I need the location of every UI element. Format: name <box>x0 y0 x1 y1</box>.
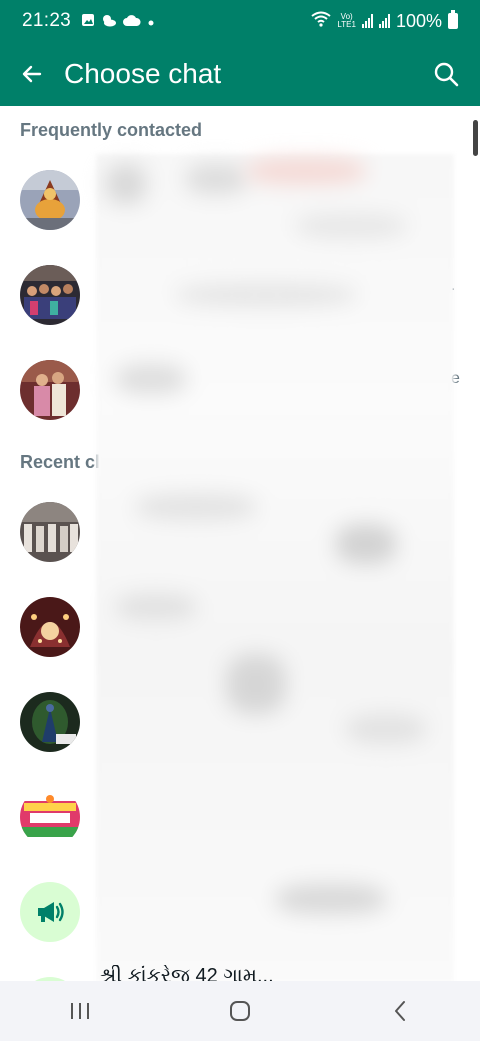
status-time: 21:23 <box>22 10 72 31</box>
search-button[interactable] <box>426 54 466 94</box>
status-left-icons <box>81 11 155 32</box>
nav-back-button[interactable] <box>370 991 430 1031</box>
avatar <box>20 265 80 325</box>
avatar <box>20 502 80 562</box>
status-right: Vo) LTE1 100% <box>311 10 458 32</box>
home-button[interactable] <box>210 991 270 1031</box>
weather-icon <box>101 11 117 32</box>
chat-name-peek: શ્રી કાંકરેજ 42 ગામ... <box>100 965 274 981</box>
system-nav-bar <box>0 981 480 1041</box>
home-icon <box>230 1001 250 1021</box>
blurred-overlay <box>96 154 454 981</box>
avatar <box>20 787 80 847</box>
section-header-recent: Recent cl <box>20 452 101 472</box>
avatar <box>20 597 80 657</box>
signal-icon <box>378 14 390 28</box>
battery-icon <box>448 10 458 29</box>
page-title: Choose chat <box>64 58 222 89</box>
chat-list[interactable]: Frequently contacted . <box>0 106 480 981</box>
avatar <box>20 360 80 420</box>
battery-percent: 100% <box>395 10 442 31</box>
recents-button[interactable] <box>50 991 110 1031</box>
wifi-icon <box>311 11 332 32</box>
back-button[interactable] <box>12 54 52 94</box>
gallery-icon <box>81 11 95 32</box>
avatar <box>20 692 80 752</box>
section-header-frequent: Frequently contacted <box>20 120 203 140</box>
dot-icon <box>147 11 155 32</box>
status-bar: 21:23 Vo) LTE1 100% <box>0 0 480 42</box>
arrow-left-icon <box>22 65 42 83</box>
search-icon <box>434 62 459 87</box>
avatar <box>20 882 80 942</box>
cloud-icon <box>123 11 141 32</box>
scrollbar-thumb[interactable] <box>473 120 478 156</box>
lte-label: LTE1 <box>337 20 356 29</box>
app-bar: Choose chat <box>0 42 480 106</box>
megaphone-icon <box>38 902 64 922</box>
signal-icon <box>361 14 373 28</box>
network-type: Vo) LTE1 <box>337 13 356 29</box>
recents-icon <box>71 1003 89 1019</box>
avatar <box>20 170 80 230</box>
nav-back-icon <box>395 1001 405 1021</box>
